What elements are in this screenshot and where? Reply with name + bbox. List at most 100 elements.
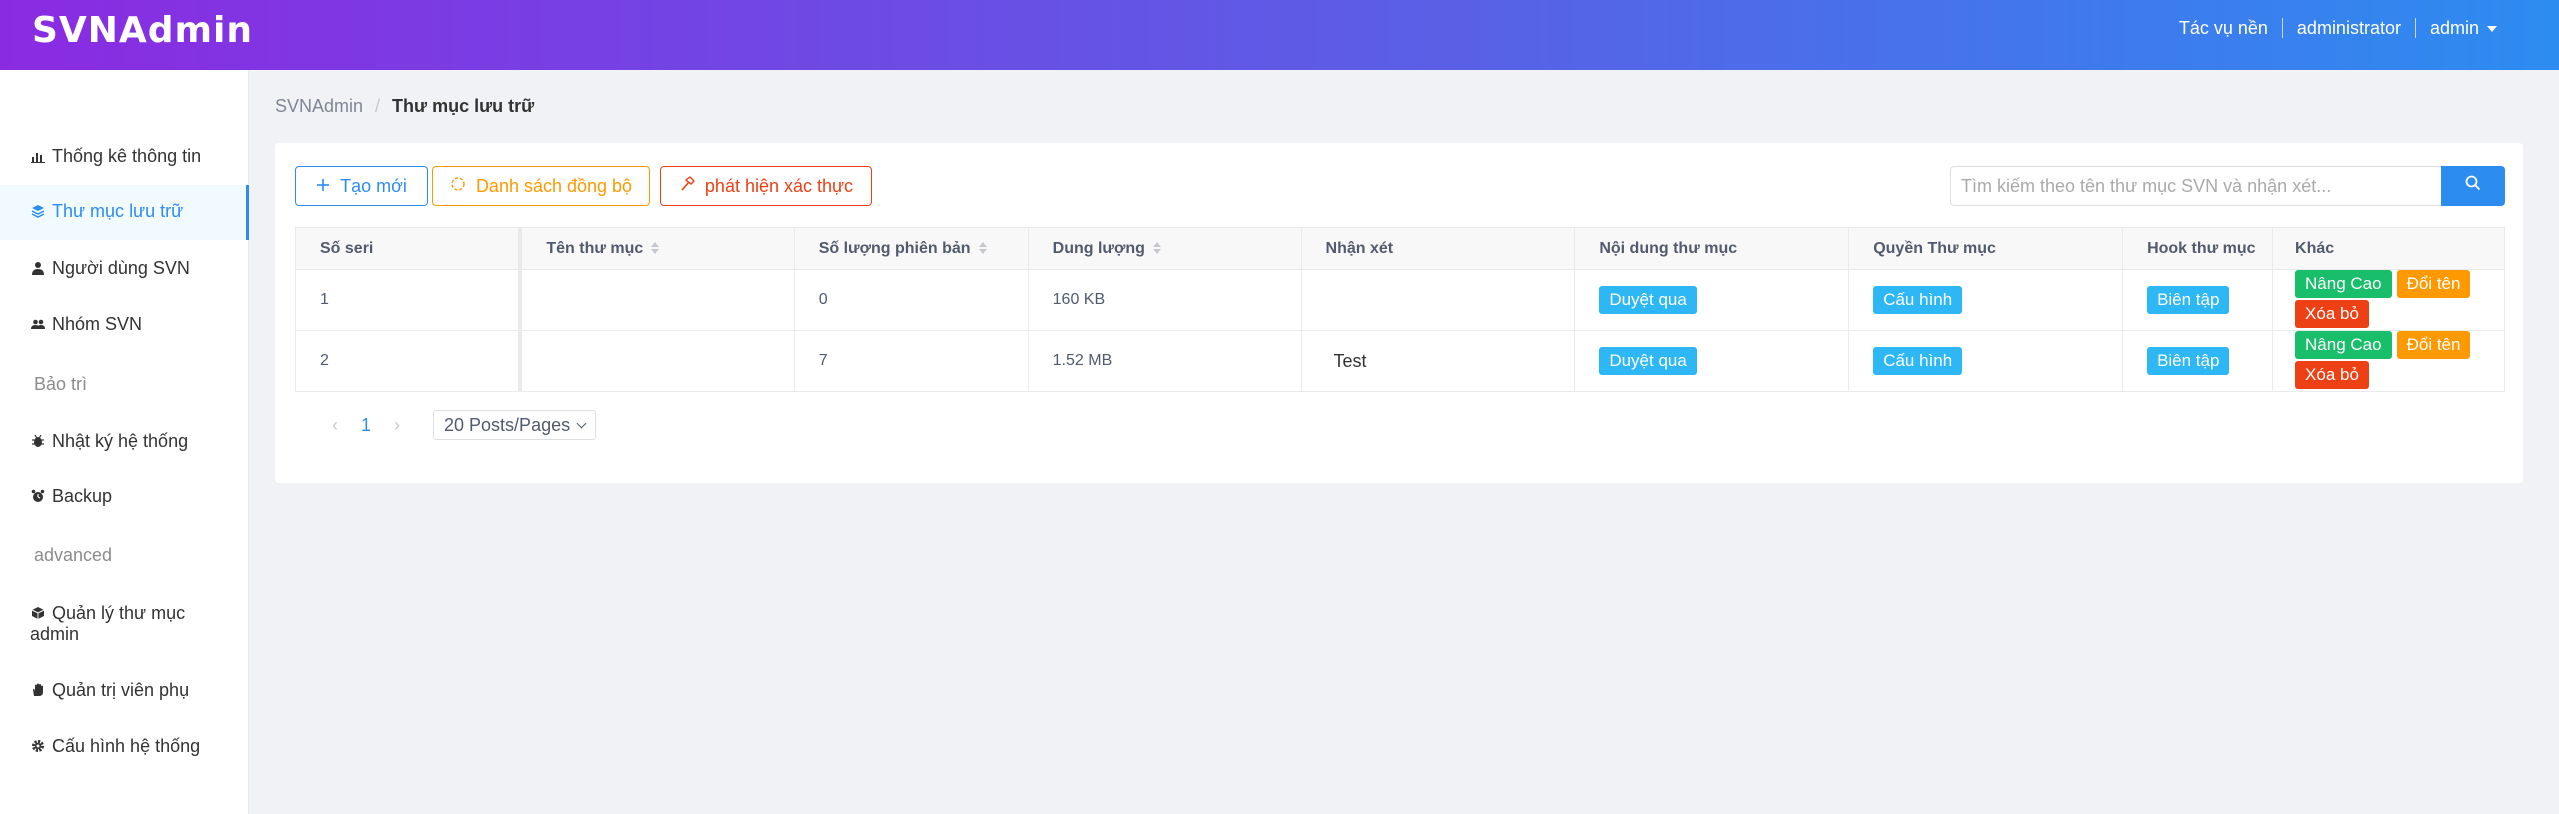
sidebar-item-backup[interactable]: Backup	[0, 486, 249, 507]
sidebar-item-label: Thống kê thông tin	[52, 146, 202, 166]
sidebar-item-label: Thư mục lưu trữ	[52, 201, 184, 221]
cell-revisions: 7	[794, 330, 1029, 392]
sidebar-item-svn-users[interactable]: Người dùng SVN	[0, 258, 249, 279]
sidebar-item-label: Người dùng SVN	[52, 258, 190, 278]
other-actions-row: Nâng Cao Đổi tên	[2295, 270, 2504, 298]
other-actions-row: Xóa bỏ	[2295, 300, 2504, 328]
column-header-revisions[interactable]: Số lượng phiên bản	[794, 227, 1029, 270]
rename-button[interactable]: Đổi tên	[2396, 331, 2471, 359]
column-header-label: Số lượng phiên bản	[818, 239, 971, 257]
configure-button[interactable]: Cấu hình	[1873, 286, 1963, 314]
page-size-select[interactable]: 20 Posts/Pages	[433, 410, 597, 440]
sort-icon[interactable]	[978, 242, 987, 255]
column-header-permissions: Quyền Thư mục	[1848, 227, 2124, 270]
next-page-icon[interactable]: ›	[387, 415, 407, 436]
sidebar-item-statistics[interactable]: Thống kê thông tin	[0, 146, 249, 167]
column-header-content: Nội dung thư mục	[1574, 227, 1850, 270]
sidebar-item-admin-folders[interactable]: Quản lý thư mục admin	[0, 603, 230, 645]
user-dropdown[interactable]: admin	[2416, 18, 2497, 38]
table-row: 1 0 160 KB Duyệt qua Cấu hình Biên tập N…	[295, 269, 2505, 331]
column-header-serial: Số seri	[295, 227, 523, 270]
bar-chart-icon	[30, 148, 46, 164]
detect-auth-button[interactable]: phát hiện xác thực	[660, 166, 872, 206]
bug-icon	[30, 433, 46, 449]
cell-size: 1.52 MB	[1028, 330, 1302, 392]
hammer-icon	[679, 175, 695, 197]
other-actions-row: Nâng Cao Đổi tên	[2295, 331, 2504, 359]
caret-down-icon	[2487, 26, 2497, 33]
detect-auth-label: phát hiện xác thực	[704, 175, 854, 196]
browse-button[interactable]: Duyệt qua	[1599, 347, 1697, 375]
cell-content: Duyệt qua	[1574, 330, 1850, 392]
sync-list-label: Danh sách đồng bộ	[475, 175, 633, 196]
rename-button[interactable]: Đổi tên	[2396, 270, 2471, 298]
column-header-label: Hook thư mục	[2147, 239, 2256, 257]
column-header-label: Nhận xét	[1325, 239, 1394, 257]
configure-button[interactable]: Cấu hình	[1873, 347, 1963, 375]
cell-hooks: Biên tập	[2122, 330, 2274, 392]
column-header-label: Nội dung thư mục	[1599, 239, 1738, 257]
advanced-button[interactable]: Nâng Cao	[2295, 270, 2392, 298]
column-header-name[interactable]: Tên thư mục	[520, 227, 795, 270]
sidebar-item-system-config[interactable]: Cấu hình hệ thống	[0, 736, 249, 757]
sidebar-item-svn-groups[interactable]: Nhóm SVN	[0, 314, 249, 335]
column-header-label: Tên thư mục	[546, 239, 644, 257]
cell-permissions: Cấu hình	[1848, 269, 2124, 331]
column-header-hooks: Hook thư mục	[2122, 227, 2274, 270]
gear-icon	[30, 738, 46, 754]
app-logo[interactable]: SVNAdmin	[32, 10, 253, 51]
breadcrumb-separator: /	[375, 96, 381, 116]
cell-remark[interactable]: Test	[1301, 330, 1576, 392]
menu-group-maintenance: Bảo trì	[34, 374, 88, 394]
background-tasks-link[interactable]: Tác vụ nền	[2165, 18, 2283, 38]
page-size-value: 20 Posts/Pages	[444, 414, 571, 435]
search-icon	[2465, 175, 2481, 197]
breadcrumb-root[interactable]: SVNAdmin	[275, 96, 363, 116]
role-label: administrator	[2283, 18, 2416, 38]
user-name: admin	[2429, 18, 2479, 38]
prev-page-icon[interactable]: ‹	[325, 415, 345, 436]
create-new-button[interactable]: Tạo mới	[295, 166, 428, 206]
column-header-label: Số seri	[320, 239, 374, 257]
edit-hook-button[interactable]: Biên tập	[2147, 286, 2230, 314]
table-header-row: Số seri Tên thư mục Số lượng phiên bản D…	[295, 227, 2505, 270]
cell-other: Nâng Cao Đổi tên Xóa bỏ	[2272, 269, 2505, 331]
sidebar: Thống kê thông tin Thư mục lưu trữ Người…	[0, 70, 249, 814]
cell-content: Duyệt qua	[1574, 269, 1850, 331]
search-button[interactable]	[2441, 166, 2505, 206]
sidebar-item-system-log[interactable]: Nhật ký hệ thống	[0, 431, 249, 452]
browse-button[interactable]: Duyệt qua	[1599, 286, 1697, 314]
sidebar-item-sub-admins[interactable]: Quản trị viên phụ	[0, 680, 249, 701]
person-icon	[30, 260, 46, 276]
cell-hooks: Biên tập	[2122, 269, 2274, 331]
edit-hook-button[interactable]: Biên tập	[2147, 347, 2230, 375]
sidebar-item-repositories[interactable]: Thư mục lưu trữ	[0, 185, 249, 240]
sidebar-item-label: Quản trị viên phụ	[52, 680, 190, 700]
sort-icon[interactable]	[1152, 242, 1161, 255]
breadcrumb: SVNAdmin / Thư mục lưu trữ	[275, 96, 534, 117]
sidebar-item-label: Cấu hình hệ thống	[52, 736, 201, 756]
header-menu: Tác vụ nền administrator admin	[2165, 18, 2497, 38]
column-header-size[interactable]: Dung lượng	[1028, 227, 1302, 270]
table-row: 2 7 1.52 MB Test Duyệt qua Cấu hình Biên…	[295, 330, 2505, 392]
sync-list-button[interactable]: Danh sách đồng bộ	[432, 166, 650, 206]
advanced-button[interactable]: Nâng Cao	[2295, 331, 2392, 359]
loading-icon	[450, 176, 466, 197]
cell-remark[interactable]	[1301, 269, 1576, 331]
repository-table: Số seri Tên thư mục Số lượng phiên bản D…	[295, 227, 2505, 392]
search-input[interactable]	[1950, 166, 2442, 206]
cell-other: Nâng Cao Đổi tên Xóa bỏ	[2272, 330, 2505, 392]
sort-icon[interactable]	[651, 242, 660, 255]
layers-icon	[30, 203, 46, 219]
breadcrumb-current: Thư mục lưu trữ	[392, 96, 535, 116]
delete-button[interactable]: Xóa bỏ	[2295, 300, 2369, 328]
column-header-remark: Nhận xét	[1301, 227, 1576, 270]
plus-icon	[316, 176, 330, 197]
cell-size: 160 KB	[1028, 269, 1302, 331]
sidebar-item-label: Nhật ký hệ thống	[52, 431, 189, 451]
sidebar-item-label: Nhóm SVN	[52, 314, 143, 334]
page-number[interactable]: 1	[361, 415, 371, 436]
cell-serial: 1	[295, 269, 523, 331]
sidebar-item-label: Backup	[52, 486, 113, 506]
delete-button[interactable]: Xóa bỏ	[2295, 361, 2369, 389]
